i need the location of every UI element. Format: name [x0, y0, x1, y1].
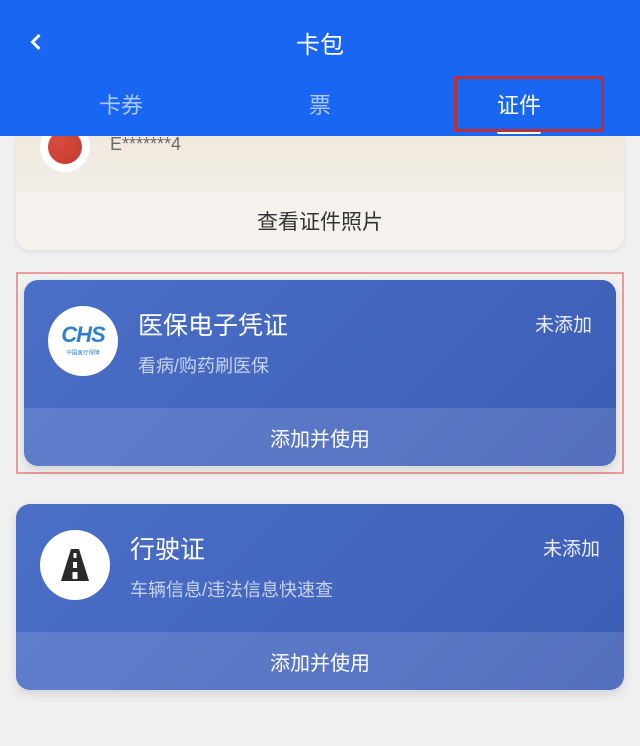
- add-and-use-button[interactable]: 添加并使用: [24, 408, 616, 466]
- add-and-use-button[interactable]: 添加并使用: [16, 632, 624, 690]
- existing-certificate-card: E*******4 查看证件照片: [16, 136, 624, 250]
- highlight-box-card: CHS 中国医疗保障 医保电子凭证 看病/购药刷医保 未添加 添加并使用: [16, 272, 624, 474]
- status-badge: 未添加: [535, 310, 592, 337]
- chs-logo-icon: CHS 中国医疗保障: [48, 306, 118, 376]
- tabs: 卡券 票 证件: [16, 72, 624, 136]
- card-title: 行驶证: [130, 530, 600, 566]
- driving-license-card[interactable]: 行驶证 车辆信息/违法信息快速查 未添加 添加并使用: [16, 504, 624, 690]
- tab-certificates[interactable]: 证件: [483, 82, 555, 126]
- tab-tickets[interactable]: 票: [295, 82, 345, 126]
- tab-cards[interactable]: 卡券: [85, 82, 157, 126]
- road-icon: [40, 530, 110, 600]
- card-subtitle: 车辆信息/违法信息快速查: [130, 576, 600, 602]
- page-title: 卡包: [296, 25, 344, 60]
- back-icon[interactable]: [22, 28, 50, 56]
- existing-cert-icon: [40, 136, 90, 172]
- medical-insurance-card[interactable]: CHS 中国医疗保障 医保电子凭证 看病/购药刷医保 未添加 添加并使用: [24, 280, 616, 466]
- card-subtitle: 看病/购药刷医保: [138, 352, 592, 378]
- masked-id: E*******4: [110, 136, 181, 155]
- card-title: 医保电子凭证: [138, 306, 592, 342]
- view-certificate-photo-button[interactable]: 查看证件照片: [16, 192, 624, 250]
- status-badge: 未添加: [543, 534, 600, 561]
